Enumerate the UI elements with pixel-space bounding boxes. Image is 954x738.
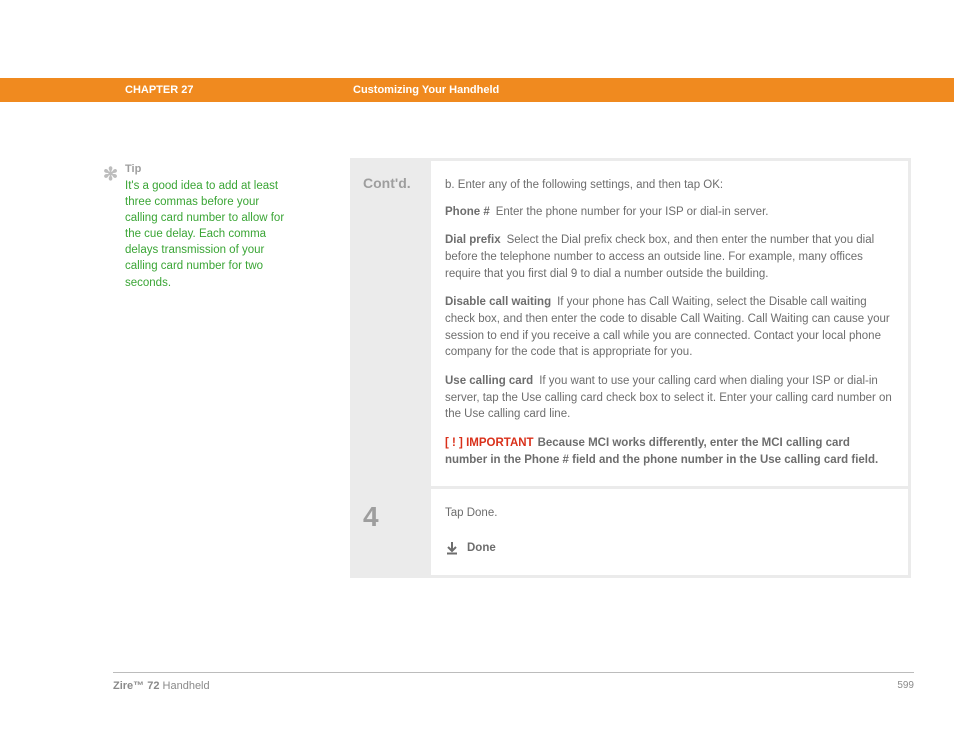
setting-phone-label: Phone # [445,206,490,218]
step-4-body: Tap Done. Done [431,489,908,574]
footer-product: Zire™ 72 Handheld [113,680,210,692]
footer-rule [113,672,914,673]
setting-phone-text: Enter the phone number for your ISP or d… [496,206,769,218]
step-b-intro: b. Enter any of the following settings, … [445,177,894,194]
steps-panel: Cont'd. b. Enter any of the following se… [350,158,911,578]
step-4-number: 4 [363,501,379,532]
setting-dialprefix-label: Dial prefix [445,234,501,246]
asterisk-icon: ✻ [103,161,118,187]
setting-dialprefix: Dial prefixSelect the Dial prefix check … [445,232,894,282]
chapter-title: Customizing Your Handheld [353,84,499,96]
setting-disable-label: Disable call waiting [445,296,551,308]
step-4-text: Tap Done. [445,505,894,522]
setting-callingcard: Use calling cardIf you want to use your … [445,373,894,423]
important-note: [ ! ] IMPORTANTBecause MCI works differe… [445,435,894,468]
tip-sidebar: ✻ Tip It's a good idea to add at least t… [105,162,293,291]
setting-disable: Disable call waitingIf your phone has Ca… [445,294,894,361]
footer-product-rest: Handheld [159,680,209,692]
down-arrow-icon [445,541,459,555]
step-4-row: 4 Tap Done. Done [353,489,908,574]
done-row: Done [445,540,894,557]
tip-heading: Tip [125,162,293,178]
footer-page-number: 599 [897,680,914,691]
chapter-number: CHAPTER 27 [125,84,353,96]
important-flag: [ ! ] IMPORTANT [445,437,534,449]
step-4-num-cell: 4 [353,489,431,574]
setting-dialprefix-text: Select the Dial prefix check box, and th… [445,234,874,279]
setting-phone: Phone # Enter the phone number for your I… [445,204,894,221]
chapter-header: CHAPTER 27 Customizing Your Handheld [0,78,954,102]
step-contd-label-cell: Cont'd. [353,161,431,486]
step-contd-body: b. Enter any of the following settings, … [431,161,908,486]
done-label: Done [467,540,496,557]
footer-product-bold: Zire™ 72 [113,680,159,692]
step-contd-row: Cont'd. b. Enter any of the following se… [353,161,908,486]
step-contd-label: Cont'd. [363,175,411,191]
tip-text: It's a good idea to add at least three c… [125,178,293,291]
setting-callingcard-label: Use calling card [445,375,533,387]
